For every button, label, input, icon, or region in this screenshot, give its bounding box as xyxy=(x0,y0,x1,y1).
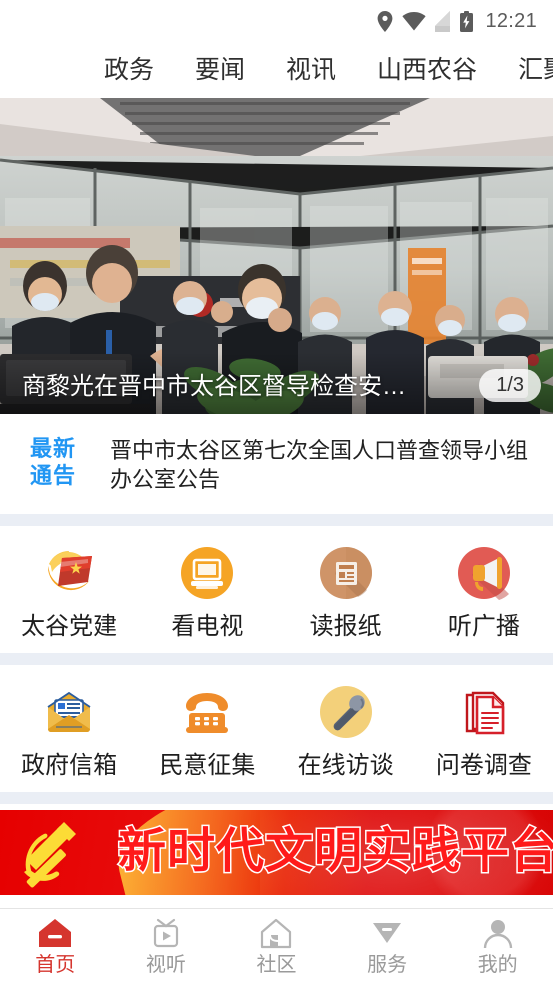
home-icon xyxy=(39,919,72,947)
quick-access-grid-row2: 政府信箱 民意征集 在线访谈 问卷调查 xyxy=(0,665,553,793)
top-navigation[interactable]: 政务 要闻 视讯 山西农谷 汇聚 xyxy=(0,42,553,98)
grid-item-watch-tv[interactable]: 看电视 xyxy=(138,544,276,639)
grid-item-questionnaire[interactable]: 问卷调查 xyxy=(415,683,553,778)
section-divider-1 xyxy=(0,514,553,527)
sim-card-icon xyxy=(435,10,451,32)
notice-badge-line2: 通告 xyxy=(30,462,77,488)
grid-label-listen-radio: 听广播 xyxy=(447,613,520,641)
questionnaire-icon xyxy=(465,691,505,735)
grid-label-party-building: 太谷党建 xyxy=(21,613,118,641)
section-divider-3 xyxy=(0,792,553,805)
grid-item-read-newspaper[interactable]: 读报纸 xyxy=(277,544,415,639)
party-building-icon xyxy=(48,551,93,591)
bottomnav-item-community[interactable]: 社区 xyxy=(221,917,332,975)
hero-slide-counter: 1/3 xyxy=(479,369,541,402)
grid-item-government-mailbox[interactable]: 政府信箱 xyxy=(0,683,138,778)
notice-badge: 最新 通告 xyxy=(30,436,92,490)
bottomnav-item-audiovisual[interactable]: 视听 xyxy=(111,917,222,975)
battery-charging-icon xyxy=(460,10,474,32)
grid-item-public-opinion[interactable]: 民意征集 xyxy=(138,683,276,778)
tv-play-icon xyxy=(153,918,178,948)
topnav-item-shixun[interactable]: 视讯 xyxy=(286,57,336,83)
grid-label-read-newspaper: 读报纸 xyxy=(309,613,382,641)
topnav-item-huiju[interactable]: 汇聚 xyxy=(518,57,553,83)
bottomnav-item-services[interactable]: 服务 xyxy=(332,917,443,975)
notice-badge-line1: 最新 xyxy=(30,436,77,461)
topnav-item-yaowen[interactable]: 要闻 xyxy=(195,57,245,83)
banner-title: 新时代文明实践平台 xyxy=(116,825,553,879)
television-icon xyxy=(181,547,234,600)
latest-notice-row[interactable]: 最新 通告 晋中市太谷区第七次全国人口普查领导小组办公室公告 xyxy=(0,414,553,515)
hero-carousel[interactable]: 商黎光在晋中市太谷区督导检查安… 1/3 xyxy=(0,98,553,414)
newspaper-icon xyxy=(319,547,372,600)
bottomnav-label-community: 社区 xyxy=(256,954,297,976)
profile-person-icon xyxy=(483,920,512,949)
status-bar-clock: 12:21 xyxy=(485,9,537,32)
grid-label-questionnaire: 问卷调查 xyxy=(435,752,532,780)
service-shield-icon xyxy=(373,923,402,943)
bottom-navigation[interactable]: 首页 视听 社区 服务 我的 xyxy=(0,908,553,983)
status-bar: 12:21 xyxy=(0,0,553,42)
bottomnav-item-profile[interactable]: 我的 xyxy=(442,917,553,975)
location-pin-icon xyxy=(378,10,393,32)
bottomnav-label-audiovisual: 视听 xyxy=(145,954,186,976)
civilization-platform-banner[interactable]: 新时代文明实践平台 xyxy=(0,810,553,896)
topnav-item-zhengwu[interactable]: 政务 xyxy=(104,57,154,83)
bottomnav-label-services: 服务 xyxy=(367,954,408,976)
grid-item-online-interview[interactable]: 在线访谈 xyxy=(277,683,415,778)
grid-label-online-interview: 在线访谈 xyxy=(297,752,394,780)
microphone-icon xyxy=(319,686,372,739)
bottomnav-label-profile: 我的 xyxy=(477,954,518,976)
grid-label-watch-tv: 看电视 xyxy=(171,613,244,641)
bottomnav-item-home[interactable]: 首页 xyxy=(0,917,111,975)
notice-title[interactable]: 晋中市太谷区第七次全国人口普查领导小组办公室公告 xyxy=(110,436,535,494)
hero-caption-text: 商黎光在晋中市太谷区督导检查安… xyxy=(22,372,406,400)
grid-label-public-opinion: 民意征集 xyxy=(159,752,256,780)
grid-label-government-mailbox: 政府信箱 xyxy=(21,752,118,780)
hero-caption-bar: 商黎光在晋中市太谷区督导检查安… xyxy=(0,352,553,414)
wifi-icon xyxy=(402,11,427,30)
topnav-item-shanxinonggu[interactable]: 山西农谷 xyxy=(377,57,477,83)
hammer-sickle-icon xyxy=(24,822,76,888)
section-divider-2 xyxy=(0,653,553,666)
telephone-icon xyxy=(186,693,229,734)
bottomnav-label-home: 首页 xyxy=(35,954,76,976)
grid-item-listen-radio[interactable]: 听广播 xyxy=(415,544,553,639)
mailbox-envelope-icon xyxy=(47,691,91,733)
grid-item-party-building[interactable]: 太谷党建 xyxy=(0,544,138,639)
community-house-icon xyxy=(261,918,292,949)
radio-megaphone-icon xyxy=(457,547,510,601)
quick-access-grid-row1: 太谷党建 看电视 读报纸 听广播 xyxy=(0,526,553,654)
